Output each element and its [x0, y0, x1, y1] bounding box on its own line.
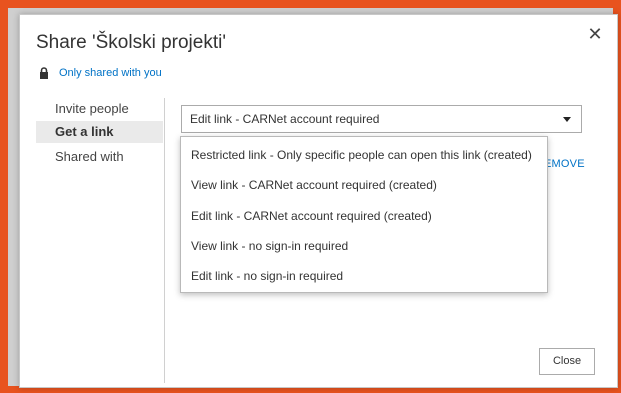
permission-link[interactable]: Only shared with you — [59, 67, 162, 79]
nav-item-invite-people[interactable]: Invite people — [36, 98, 163, 120]
dropdown-option-view-carnet[interactable]: View link - CARNet account required (cre… — [191, 175, 437, 195]
nav-item-get-a-link[interactable]: Get a link — [36, 121, 163, 143]
close-button[interactable]: Close — [539, 348, 595, 375]
link-type-dropdown: Restricted link - Only specific people c… — [180, 136, 548, 293]
dropdown-option-edit-anonymous[interactable]: Edit link - no sign-in required — [191, 266, 343, 286]
share-dialog: Share 'Školski projekti' ✕ Only shared w… — [19, 14, 618, 388]
chevron-down-icon — [563, 117, 571, 122]
dropdown-option-restricted[interactable]: Restricted link - Only specific people c… — [191, 145, 532, 165]
link-type-select[interactable]: Edit link - CARNet account required — [181, 105, 582, 133]
close-icon[interactable]: ✕ — [586, 25, 604, 43]
nav-item-shared-with[interactable]: Shared with — [36, 146, 163, 168]
dropdown-option-view-anonymous[interactable]: View link - no sign-in required — [191, 236, 348, 256]
link-type-value: Edit link - CARNet account required — [190, 112, 380, 126]
share-nav: Invite people Get a link Shared with — [36, 98, 165, 383]
permission-status: Only shared with you — [39, 67, 162, 79]
dialog-title: Share 'Školski projekti' — [36, 32, 226, 53]
dropdown-option-edit-carnet[interactable]: Edit link - CARNet account required (cre… — [191, 206, 432, 226]
remove-link[interactable]: EMOVE — [544, 158, 585, 170]
lock-icon — [40, 67, 48, 79]
